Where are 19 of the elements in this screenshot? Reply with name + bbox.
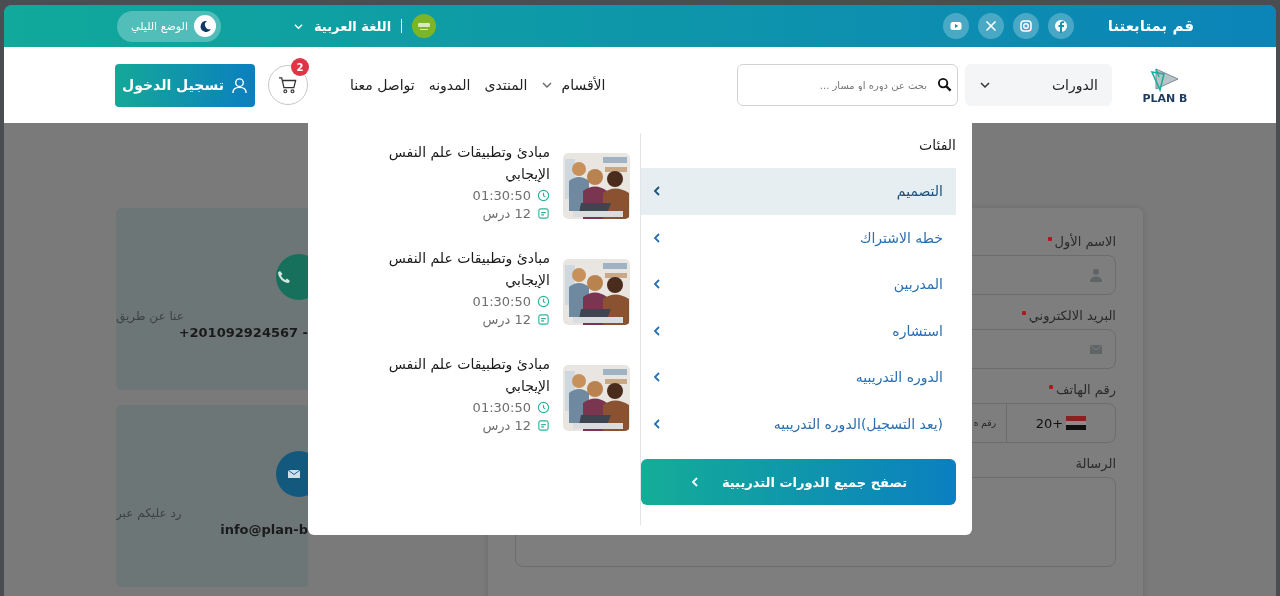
course-duration: 01:30:50 (472, 294, 531, 309)
course-duration: 01:30:50 (472, 400, 531, 415)
contact-value: +201092924567 - (177, 325, 308, 340)
lesson-count: 12 درس (482, 312, 531, 327)
course-title: مبادئ وتطبيقات علم النفس الإيجابي (387, 249, 550, 290)
course-title: مبادئ وتطبيقات علم النفس الإيجابي (387, 143, 550, 184)
follow-label: قم بمتابعتنا (1107, 17, 1194, 35)
field-label: الاسم الأول (1047, 234, 1116, 249)
course-duration: 01:30:50 (472, 188, 531, 203)
course-title: مبادئ وتطبيقات علم النفس الإيجابي (387, 355, 550, 396)
contact-value: info@plan-b (219, 522, 308, 537)
field-label: رقم الهاتف (1049, 382, 1116, 397)
cart-count-badge: 2 (291, 58, 309, 76)
lesson-count: 12 درس (482, 206, 531, 221)
lesson-count: 12 درس (482, 418, 531, 433)
field-label: الرسالة (1075, 456, 1116, 471)
field-label: البريد الالكتروني (1021, 308, 1116, 323)
categories-title: الفئات (918, 136, 956, 155)
placeholder-text: رقم ه (973, 418, 996, 428)
